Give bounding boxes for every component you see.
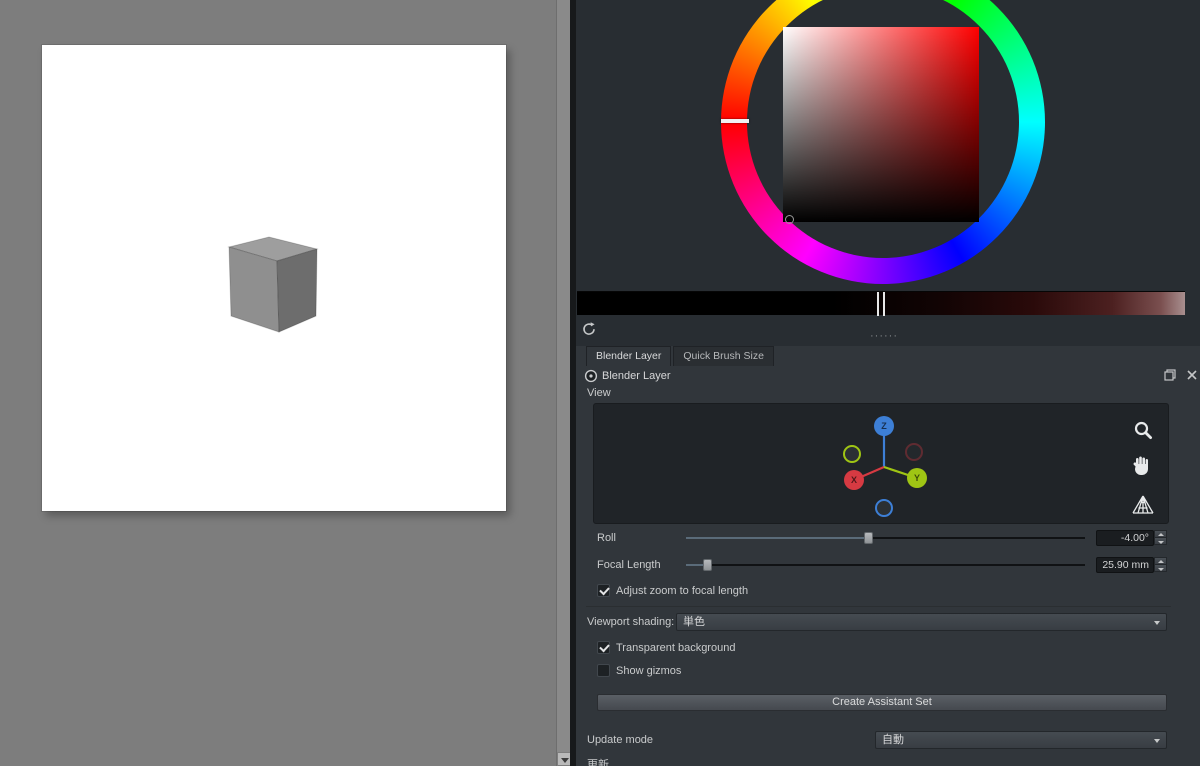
transparent-background-label: Transparent background (616, 642, 736, 654)
view-orientation-gizmo[interactable]: Z X Y (814, 412, 954, 522)
docker-tabbar: Blender Layer Quick Brush Size (576, 346, 1200, 366)
grid-assistant-icon[interactable] (1131, 495, 1155, 514)
focal-spin-down[interactable] (1154, 564, 1167, 572)
focal-length-slider[interactable] (686, 559, 1085, 571)
focal-length-label: Focal Length (597, 559, 661, 571)
roll-value-field[interactable]: -4.00° (1096, 530, 1154, 546)
create-assistant-set-button[interactable]: Create Assistant Set (597, 694, 1167, 711)
roll-slider-handle[interactable] (864, 532, 873, 544)
krita-window: ······ Blender Layer Quick Brush Size Bl… (0, 0, 1200, 766)
focal-spin-buttons (1154, 557, 1167, 573)
transparent-background-checkbox[interactable] (597, 641, 610, 654)
view-section-label: View (587, 387, 611, 399)
update-mode-label: Update mode (587, 734, 654, 746)
docker-title: Blender Layer (602, 370, 671, 382)
adjust-zoom-checkbox[interactable] (597, 584, 610, 597)
tab-blender-layer[interactable]: Blender Layer (586, 346, 672, 366)
preview-viewport[interactable]: Z X Y (593, 403, 1169, 524)
document-canvas[interactable] (42, 45, 506, 511)
float-docker-icon[interactable] (1164, 369, 1176, 381)
focal-slider-handle[interactable] (703, 559, 712, 571)
tab-quick-brush-size[interactable]: Quick Brush Size (673, 346, 774, 366)
roll-spin-down[interactable] (1154, 537, 1167, 545)
hue-cursor[interactable] (721, 119, 749, 123)
adjust-zoom-label: Adjust zoom to focal length (616, 585, 749, 597)
rendered-cube (227, 236, 319, 333)
blender-layer-docker: Blender Layer View Z X Y Roll -4.00° Foc… (576, 366, 1200, 766)
shade-selector-strip[interactable] (577, 291, 1185, 316)
show-gizmos-checkbox[interactable] (597, 664, 610, 677)
color-selector-docker: ······ (576, 0, 1200, 346)
update-mode-combobox[interactable]: 自動 (875, 731, 1167, 749)
zoom-tool-icon[interactable] (1132, 419, 1154, 441)
shade-cursor[interactable] (877, 292, 885, 316)
combo-arrow-icon (1154, 739, 1160, 743)
viewport-shading-value: 単色 (683, 616, 705, 628)
roll-slider[interactable] (686, 532, 1085, 544)
pan-hand-icon[interactable] (1132, 455, 1152, 477)
update-mode-value: 自動 (882, 734, 904, 746)
axis-x-label: X (851, 475, 857, 485)
axis-y-label: Y (914, 473, 920, 483)
show-gizmos-label: Show gizmos (616, 665, 682, 677)
close-docker-icon[interactable] (1186, 369, 1198, 381)
focal-value-field[interactable]: 25.90 mm (1096, 557, 1154, 573)
refresh-icon[interactable] (581, 321, 597, 337)
canvas-area[interactable] (0, 0, 556, 766)
roll-label: Roll (597, 532, 616, 544)
axis-neg-y-handle[interactable] (843, 445, 861, 463)
axis-z-label: Z (881, 421, 887, 431)
combo-arrow-icon (1154, 621, 1160, 625)
blender-layer-docker-icon (584, 369, 598, 383)
axis-neg-x-handle[interactable] (905, 443, 923, 461)
scroll-down-button[interactable] (557, 752, 571, 766)
viewport-shading-label: Viewport shading: (587, 616, 675, 628)
update-button-partial[interactable]: 更新 (587, 756, 609, 766)
canvas-vertical-scrollbar[interactable] (556, 0, 571, 766)
section-separator (586, 606, 1171, 607)
viewport-shading-combobox[interactable]: 単色 (676, 613, 1167, 631)
sv-cursor[interactable] (785, 215, 794, 224)
docker-resize-handle[interactable]: ······ (853, 331, 915, 342)
saturation-value-square[interactable] (783, 27, 979, 224)
roll-spin-buttons (1154, 530, 1167, 546)
axis-neg-z-handle[interactable] (875, 499, 893, 517)
right-dock: ······ Blender Layer Quick Brush Size Bl… (576, 0, 1200, 766)
